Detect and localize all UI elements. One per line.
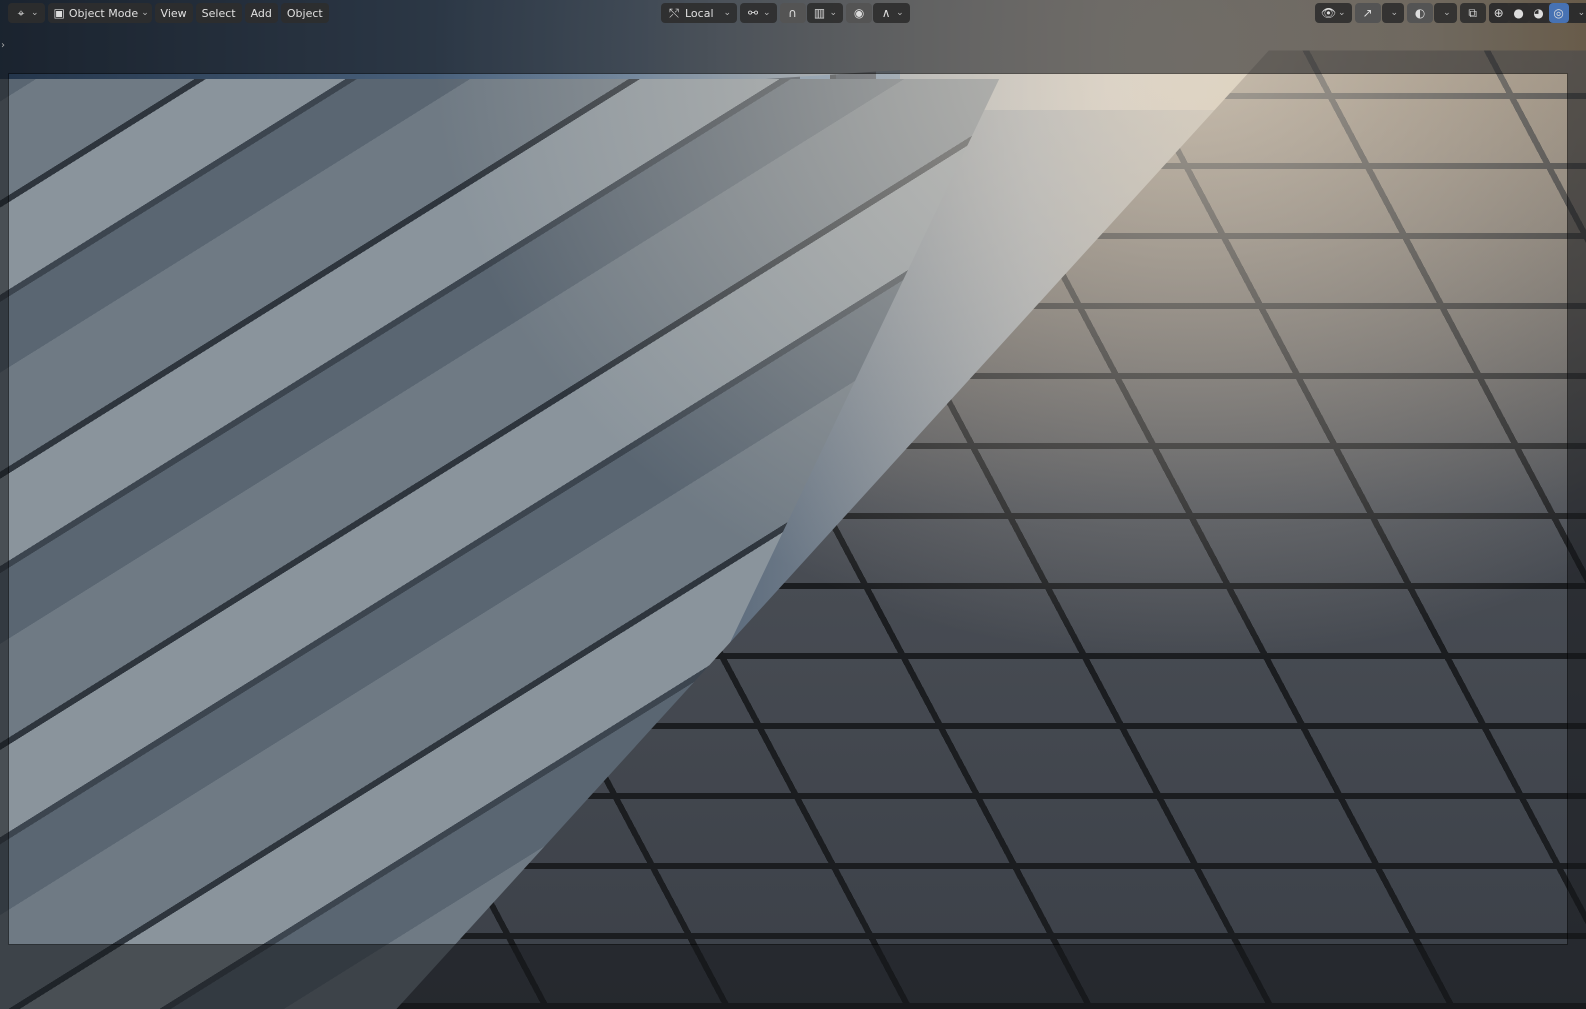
solid-sphere-icon: ● [1513, 6, 1524, 20]
shading-wireframe[interactable]: ⊕ [1488, 3, 1509, 23]
chevron-down-icon: ⌄ [1577, 8, 1586, 18]
mode-dropdown[interactable]: ▣ Object Mode ⌄ [47, 3, 152, 23]
proportional-editing-icon: ◉ [853, 6, 865, 20]
overlays-toggle[interactable]: ◐ [1407, 3, 1434, 23]
snap-increment-icon: ▥ [813, 6, 826, 20]
shading-mode-group: ⊕ ● ◕ ◎ ⌄ [1488, 3, 1586, 23]
chevron-down-icon: ⌄ [896, 8, 904, 18]
falloff-curve-icon: ∧ [881, 6, 891, 20]
xray-icon: ⧉ [1468, 6, 1477, 20]
chevron-down-icon: ⌄ [141, 8, 149, 18]
shading-solid[interactable]: ● [1508, 3, 1529, 23]
shading-rendered[interactable]: ◎ [1548, 3, 1569, 23]
camera-frame [8, 73, 1568, 945]
wireframe-sphere-icon: ⊕ [1493, 6, 1504, 20]
snap-magnet-icon: ∩ [788, 6, 797, 20]
eye-icon: 👁 [1321, 6, 1337, 20]
material-sphere-icon: ◕ [1533, 6, 1544, 20]
orientation-label: Local [685, 6, 714, 20]
3d-viewport[interactable]: › [0, 0, 1586, 1009]
shading-material-preview[interactable]: ◕ [1528, 3, 1549, 23]
toolbar-expand-arrow[interactable]: › [1, 40, 5, 51]
xray-toggle[interactable]: ⧉ [1459, 3, 1486, 23]
orientation-icon: ⤲ [669, 6, 679, 20]
falloff-dropdown[interactable]: ∧ ⌄ [873, 3, 910, 23]
viewport-header: ⌖ ⌄ ▣ Object Mode ⌄ View Select Add Object … [0, 0, 1586, 26]
menu-view[interactable]: View [154, 3, 193, 23]
menu-object[interactable]: Object [280, 3, 329, 23]
object-mode-icon: ▣ [53, 6, 65, 20]
proportional-editing-toggle[interactable]: ◉ [846, 3, 873, 23]
transform-orientation-dropdown[interactable]: ⤲ Local ⌄ [661, 3, 737, 23]
visibility-dropdown[interactable]: 👁 ⌄ [1315, 3, 1352, 23]
mode-label: Object Mode [68, 6, 139, 20]
camera-passepartout-left [0, 73, 8, 945]
overlays-icon: ◐ [1414, 6, 1426, 20]
chevron-down-icon: ⌄ [1443, 8, 1451, 18]
overlays-dropdown[interactable]: ⌄ [1434, 3, 1457, 23]
chevron-down-icon: ⌄ [723, 8, 731, 18]
pivot-point-dropdown[interactable]: ⚯ ⌄ [740, 3, 777, 23]
gizmo-dropdown[interactable]: ⌄ [1381, 3, 1405, 23]
pivot-icon: ⚯ [747, 6, 759, 20]
rendered-sphere-icon: ◎ [1553, 6, 1564, 20]
shading-dropdown[interactable]: ⌄ [1568, 3, 1586, 23]
chevron-down-icon: ⌄ [829, 8, 838, 18]
gizmo-icon: ↗ [1362, 6, 1373, 20]
menu-add[interactable]: Add [244, 3, 278, 23]
menu-select[interactable]: Select [195, 3, 242, 23]
snap-target-dropdown[interactable]: ▥ ⌄ [806, 3, 844, 23]
chevron-down-icon: ⌄ [763, 8, 771, 18]
snap-toggle[interactable]: ∩ [779, 3, 806, 23]
3d-viewport-icon: ⌖ [17, 6, 25, 20]
editor-type-button[interactable]: ⌖ ⌄ [8, 3, 45, 23]
camera-passepartout-right [1568, 73, 1586, 945]
camera-passepartout-bottom [0, 945, 1586, 1009]
gizmo-toggle[interactable]: ↗ [1354, 3, 1381, 23]
chevron-down-icon: ⌄ [1338, 8, 1346, 18]
chevron-down-icon: ⌄ [31, 8, 39, 18]
chevron-down-icon: ⌄ [1390, 8, 1399, 18]
